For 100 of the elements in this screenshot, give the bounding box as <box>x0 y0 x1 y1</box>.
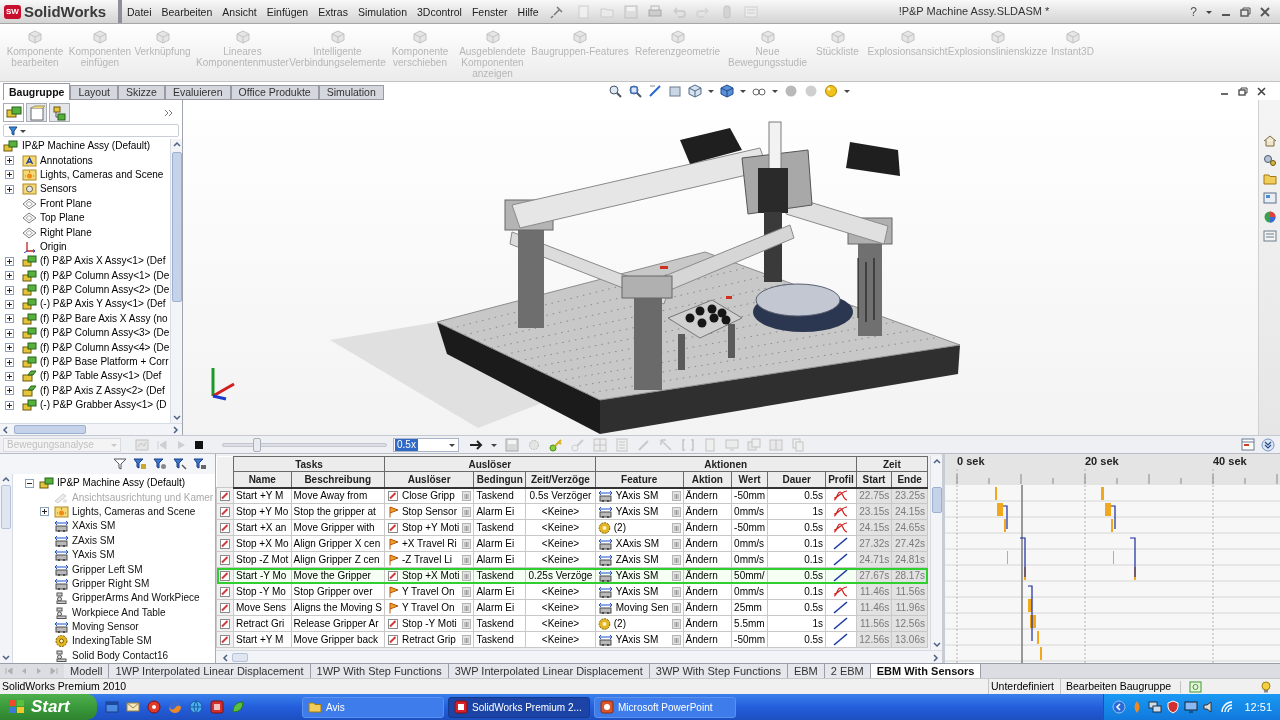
study-tab[interactable]: 1WP Interpolated Linear Displacement <box>109 664 311 678</box>
command-tab[interactable]: Evaluieren <box>164 85 231 100</box>
tree-item[interactable]: XAxis SM <box>72 519 116 534</box>
tree-item[interactable]: IP&P Machine Assy (Default) <box>57 476 186 491</box>
picker-button[interactable] <box>671 586 681 597</box>
menu-item[interactable]: Bearbeiten <box>156 1 218 22</box>
color-wheel-icon[interactable] <box>1262 210 1277 224</box>
caret-icon[interactable] <box>708 89 714 93</box>
caret-icon[interactable] <box>844 89 850 93</box>
app-icon[interactable] <box>210 700 224 714</box>
tree-item[interactable]: IP&P Machine Assy (Default) <box>22 139 151 154</box>
globe-icon[interactable] <box>189 700 203 714</box>
scroll-down-icon[interactable] <box>930 639 943 650</box>
picker-button[interactable] <box>671 602 681 613</box>
picker-button[interactable] <box>671 538 681 549</box>
study-tab[interactable]: EBM With Sensors <box>870 664 982 678</box>
tree-toggle[interactable] <box>5 285 14 295</box>
tree-item[interactable]: Front Plane <box>40 196 92 211</box>
slider-thumb[interactable] <box>253 437 262 452</box>
menu-item[interactable]: Simulation <box>352 1 412 22</box>
picker-button[interactable] <box>462 618 472 629</box>
picker-button[interactable] <box>671 522 681 533</box>
menu-item[interactable]: Extras <box>313 1 353 22</box>
feature-tree-tab-button[interactable] <box>3 103 24 122</box>
linear-profile-icon[interactable] <box>833 553 849 566</box>
tree-item[interactable]: ZAxis SM <box>72 533 115 548</box>
linear-profile-icon[interactable] <box>833 569 849 582</box>
shield-icon[interactable] <box>1166 700 1181 714</box>
picker-button[interactable] <box>462 634 472 645</box>
circles-icon[interactable] <box>1262 153 1277 167</box>
tree-item[interactable]: (f) P&P Column Assy<2> (De <box>40 283 170 298</box>
leaf-icon[interactable] <box>231 700 245 714</box>
study-tab[interactable]: EBM <box>787 664 825 678</box>
study-tab[interactable]: 2 EBM <box>824 664 871 678</box>
command-tab[interactable]: Skizze <box>117 85 165 100</box>
current-time-marker[interactable] <box>1021 484 1023 664</box>
tree-toggle[interactable] <box>5 400 14 410</box>
diagonal-line-icon[interactable] <box>648 84 662 98</box>
horizontal-scrollbar[interactable] <box>0 423 182 435</box>
tree-toggle[interactable] <box>5 343 14 353</box>
command-tab[interactable]: Layout <box>70 85 118 100</box>
tree-item[interactable]: (f) P&P Table Assy<1> (Def <box>40 369 162 384</box>
menu-item[interactable]: Ansicht <box>217 1 262 22</box>
tree-item[interactable]: Right Plane <box>40 225 92 240</box>
caret-icon[interactable] <box>772 89 778 93</box>
monitor-icon[interactable] <box>1184 700 1199 714</box>
picker-button[interactable] <box>462 490 472 501</box>
picker-button[interactable] <box>462 522 472 533</box>
time-slider[interactable] <box>222 437 387 452</box>
linear-profile-icon[interactable] <box>833 601 849 614</box>
window-icon[interactable] <box>105 700 119 714</box>
tree-toggle[interactable] <box>5 357 14 367</box>
tree-item[interactable]: (f) P&P Bare Axis X Assy (no <box>40 311 168 326</box>
filter-icon[interactable] <box>133 457 147 471</box>
signal-icon[interactable] <box>1220 700 1235 714</box>
taskbar-button[interactable]: SolidWorks Premium 2... <box>448 696 590 718</box>
property-tab-button[interactable] <box>26 103 47 122</box>
taskbar-button[interactable]: Avis <box>302 696 444 718</box>
sphere-icon[interactable] <box>784 84 798 98</box>
magnifier-icon[interactable] <box>608 84 622 98</box>
scrollbar-thumb[interactable] <box>232 652 248 662</box>
disc-icon[interactable] <box>147 700 161 714</box>
tree-item[interactable]: GripperArms And WorkPiece <box>72 591 200 606</box>
configuration-tab-button[interactable] <box>49 103 70 122</box>
filter-icon[interactable] <box>193 457 207 471</box>
key-icon[interactable] <box>549 437 563 452</box>
close-icon[interactable] <box>1260 6 1270 17</box>
command-tab[interactable]: Baugruppe <box>3 83 71 100</box>
curve-profile-icon[interactable] <box>833 505 849 518</box>
cube-icon[interactable] <box>688 84 702 98</box>
tree-item[interactable]: Lights, Cameras and Scene <box>72 504 196 519</box>
scroll-down-icon[interactable] <box>0 652 12 663</box>
caret-icon[interactable] <box>491 442 497 447</box>
start-button[interactable]: Start <box>0 694 97 720</box>
tree-item[interactable]: IndexingTable SM <box>72 634 152 649</box>
picker-button[interactable] <box>462 554 472 565</box>
square-icon[interactable] <box>668 84 682 98</box>
tree-item[interactable]: (f) P&P Column Assy<4> (De <box>40 340 170 355</box>
ball-icon[interactable] <box>824 84 838 98</box>
menu-item[interactable]: Datei <box>122 1 157 22</box>
scrollbar-thumb[interactable] <box>1 485 11 529</box>
study-tab[interactable]: 1WP With Step Functions <box>310 664 449 678</box>
magnifier-icon[interactable] <box>628 84 642 98</box>
double-chevron-icon[interactable] <box>1261 437 1275 452</box>
tree-item[interactable]: Origin <box>40 239 67 254</box>
command-tab[interactable]: Office Produkte <box>230 85 319 100</box>
tree-toggle[interactable] <box>5 328 14 338</box>
picker-button[interactable] <box>671 490 681 501</box>
tree-item[interactable]: (f) P&P Axis X Assy<1> (Def <box>40 254 166 269</box>
tree-toggle[interactable] <box>5 156 14 166</box>
restore-icon[interactable] <box>1240 6 1251 17</box>
picker-button[interactable] <box>671 554 681 565</box>
tree-item[interactable]: Top Plane <box>40 211 85 226</box>
close-icon[interactable] <box>1257 86 1266 96</box>
picker-button[interactable] <box>462 506 472 517</box>
tree-toggle[interactable] <box>5 386 14 396</box>
filter-field[interactable] <box>3 124 179 137</box>
stop-icon[interactable] <box>194 439 204 450</box>
play-from-start-icon[interactable] <box>156 438 168 451</box>
bulb-icon[interactable] <box>1260 680 1272 693</box>
